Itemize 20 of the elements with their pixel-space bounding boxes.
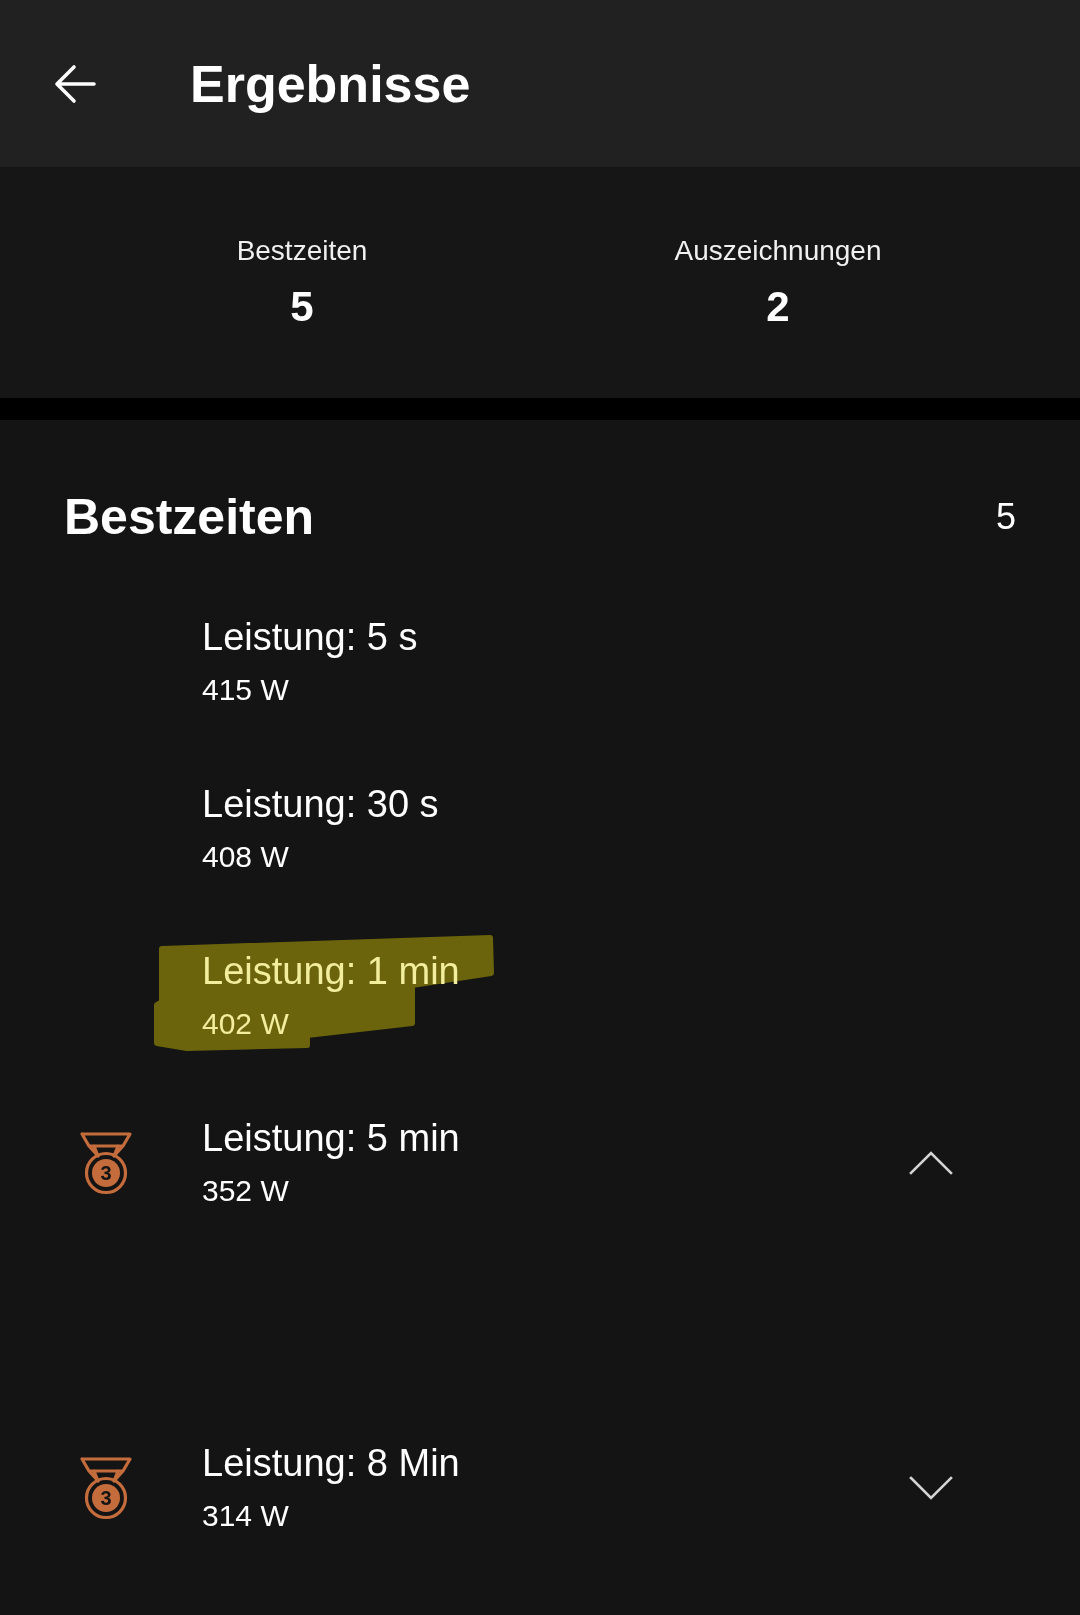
best-time-title: Leistung: 5 min — [202, 1116, 460, 1160]
summary-value: 5 — [290, 283, 314, 331]
best-time-value: 402 W — [202, 1006, 289, 1042]
best-time-value: 314 W — [202, 1498, 289, 1534]
best-time-title: Leistung: 30 s — [202, 782, 439, 826]
page-title: Ergebnisse — [190, 53, 471, 114]
best-time-title: Leistung: 5 s — [202, 615, 418, 659]
back-arrow-icon[interactable] — [54, 63, 96, 104]
best-time-value: 352 W — [202, 1173, 289, 1209]
chevron-up-icon[interactable] — [909, 1150, 953, 1175]
best-time-title: Leistung: 8 Min — [202, 1441, 460, 1485]
section-title: Bestzeiten — [64, 488, 315, 547]
best-time-value: 408 W — [202, 839, 289, 875]
best-time-title: Leistung: 1 min — [202, 949, 460, 993]
summary-label: Bestzeiten — [236, 234, 368, 268]
summary-value: 2 — [766, 283, 790, 331]
section-count: 5 — [995, 495, 1016, 539]
summary-label: Auszeichnungen — [674, 234, 882, 268]
best-time-value: 415 W — [202, 672, 289, 708]
chevron-down-icon[interactable] — [909, 1475, 953, 1500]
